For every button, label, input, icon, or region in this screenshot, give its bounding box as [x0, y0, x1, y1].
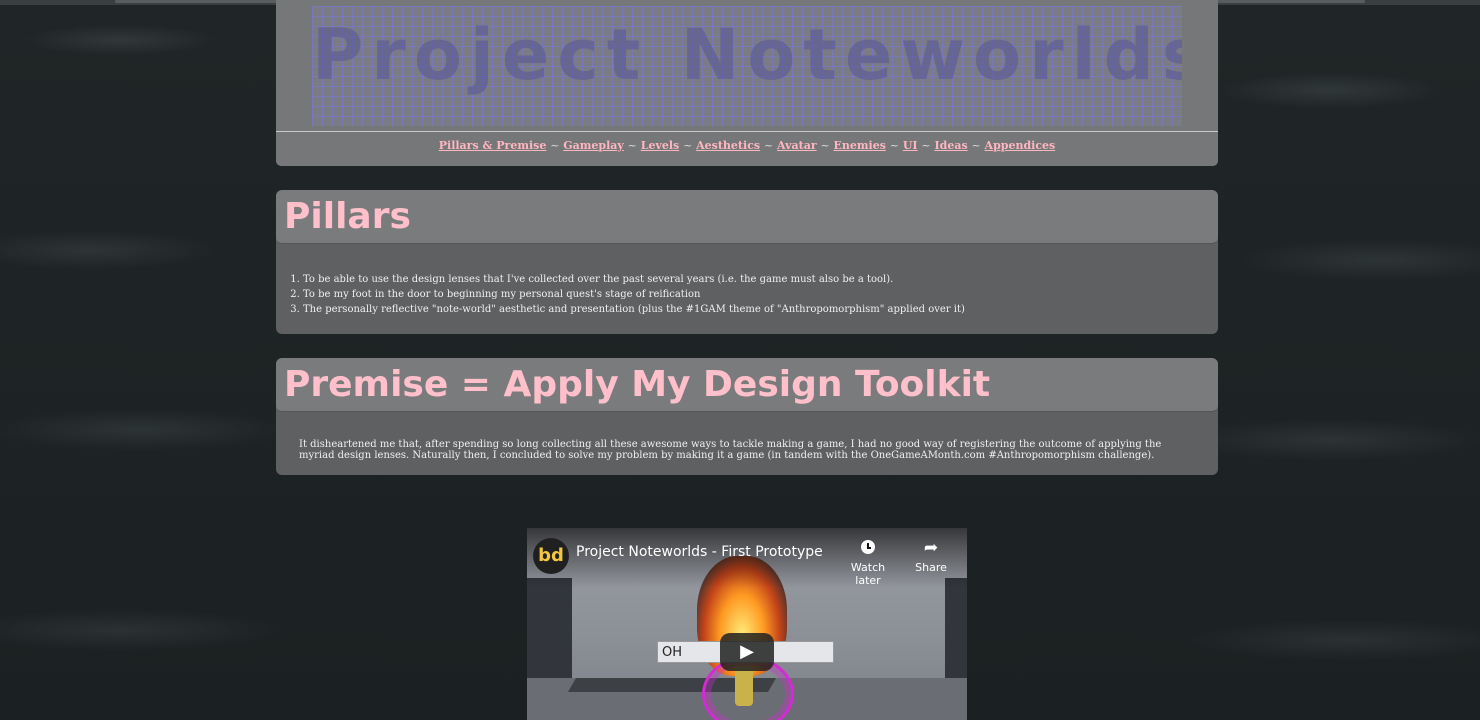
nav-separator: ~ [921, 139, 931, 152]
nav-separator: ~ [627, 139, 637, 152]
section-nav: Pillars & Premise ~ Gameplay ~ Levels ~ … [276, 139, 1218, 152]
nav-separator: ~ [820, 139, 830, 152]
premise-header: Premise = Apply My Design Toolkit [276, 358, 1218, 412]
header-divider [276, 131, 1218, 132]
nav-separator: ~ [889, 139, 899, 152]
channel-avatar[interactable]: bd [533, 538, 569, 574]
clock-icon [861, 540, 875, 554]
header-panel: Project Noteworlds Pillars & Premise ~ G… [276, 0, 1218, 166]
share-button[interactable]: ➦ Share [901, 538, 961, 574]
nav-link-ideas[interactable]: Ideas [934, 139, 967, 152]
list-item: To be able to use the design lenses that… [303, 272, 1218, 287]
pillars-header: Pillars [276, 190, 1218, 244]
premise-body: It disheartened me that, after spending … [299, 439, 1162, 461]
premise-heading: Premise = Apply My Design Toolkit [284, 364, 991, 405]
banner-text: Project Noteworlds [312, 14, 1182, 96]
nav-link-levels[interactable]: Levels [641, 139, 680, 152]
title-banner-image: Project Noteworlds [312, 6, 1182, 126]
nav-link-pillars-premise[interactable]: Pillars & Premise [439, 139, 547, 152]
list-item: The personally reflective "note-world" a… [303, 302, 1218, 317]
play-icon: ▶ [740, 641, 754, 662]
watch-later-label: Watch later [850, 561, 886, 587]
list-item: To be my foot in the door to beginning m… [303, 287, 1218, 302]
premise-section: Premise = Apply My Design Toolkit It dis… [276, 358, 1218, 475]
pillars-section: Pillars To be able to use the design len… [276, 190, 1218, 334]
share-icon: ➦ [923, 538, 939, 558]
share-label: Share [915, 561, 947, 574]
nav-separator: ~ [971, 139, 981, 152]
nav-link-avatar[interactable]: Avatar [777, 139, 817, 152]
nav-separator: ~ [550, 139, 560, 152]
watch-later-button[interactable]: Watch later [838, 538, 898, 587]
play-button[interactable]: ▶ [720, 633, 774, 671]
nav-link-gameplay[interactable]: Gameplay [563, 139, 624, 152]
pillars-heading: Pillars [284, 196, 411, 237]
avatar-figure [735, 666, 753, 706]
nav-separator: ~ [763, 139, 774, 152]
nav-separator: ~ [683, 139, 693, 152]
pillars-list: To be able to use the design lenses that… [276, 272, 1218, 317]
video-title[interactable]: Project Noteworlds - First Prototype [576, 544, 823, 560]
nav-link-enemies[interactable]: Enemies [834, 139, 886, 152]
nav-link-aesthetics[interactable]: Aesthetics [696, 139, 760, 152]
nav-link-ui[interactable]: UI [903, 139, 918, 152]
youtube-embed[interactable]: OH bd Project Noteworlds - First Prototy… [527, 528, 967, 720]
nav-link-appendices[interactable]: Appendices [985, 139, 1056, 152]
